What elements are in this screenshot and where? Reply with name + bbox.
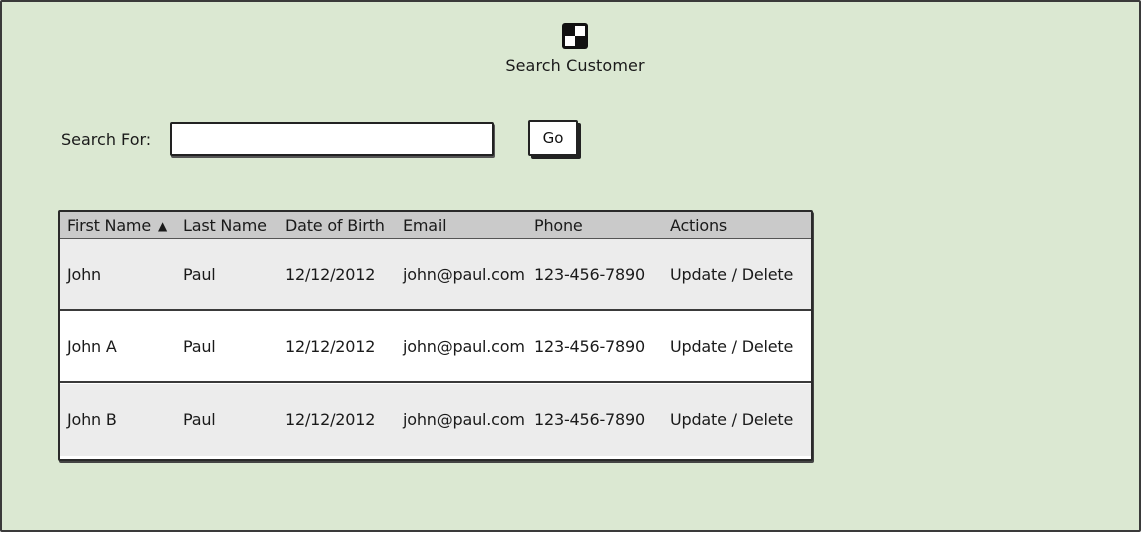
customer-table: First Name ▲ Last Name Date of Birth Emai… xyxy=(58,210,813,461)
first-name-cell: John A xyxy=(67,337,117,356)
sort-ascending-icon[interactable]: ▲ xyxy=(158,219,167,233)
action-separator: / xyxy=(731,410,737,429)
phone-cell: 123-456-7890 xyxy=(534,337,645,356)
actions-cell: Update / Delete xyxy=(670,337,793,356)
update-link[interactable]: Update xyxy=(670,337,727,356)
actions-cell: Update / Delete xyxy=(670,265,793,284)
app-window: Search Customer Search For: Go First Nam… xyxy=(0,0,1141,532)
date-of-birth-cell: 12/12/2012 xyxy=(285,265,376,284)
date-of-birth-cell: 12/12/2012 xyxy=(285,410,376,429)
update-link[interactable]: Update xyxy=(670,410,727,429)
table-row: John B Paul 12/12/2012 john@paul.com 123… xyxy=(60,384,811,456)
email-cell: john@paul.com xyxy=(403,265,525,284)
action-separator: / xyxy=(731,265,737,284)
go-button[interactable]: Go xyxy=(528,120,578,156)
first-name-cell: John xyxy=(67,265,101,284)
column-header-phone[interactable]: Phone xyxy=(534,216,583,235)
table-row: John Paul 12/12/2012 john@paul.com 123-4… xyxy=(60,239,811,311)
action-separator: / xyxy=(731,337,737,356)
column-header-date-of-birth[interactable]: Date of Birth xyxy=(285,216,385,235)
column-header-last-name[interactable]: Last Name xyxy=(183,216,267,235)
delete-link[interactable]: Delete xyxy=(742,337,794,356)
page-title: Search Customer xyxy=(505,56,645,75)
column-header-actions: Actions xyxy=(670,216,728,235)
phone-cell: 123-456-7890 xyxy=(534,410,645,429)
search-input[interactable] xyxy=(170,122,494,156)
first-name-cell: John B xyxy=(67,410,117,429)
last-name-cell: Paul xyxy=(183,337,216,356)
image-placeholder-icon xyxy=(562,23,588,49)
table-row: John A Paul 12/12/2012 john@paul.com 123… xyxy=(60,311,811,383)
delete-link[interactable]: Delete xyxy=(742,410,794,429)
actions-cell: Update / Delete xyxy=(670,410,793,429)
last-name-cell: Paul xyxy=(183,410,216,429)
email-cell: john@paul.com xyxy=(403,410,525,429)
delete-link[interactable]: Delete xyxy=(742,265,794,284)
table-header-row: First Name ▲ Last Name Date of Birth Emai… xyxy=(60,212,811,239)
email-cell: john@paul.com xyxy=(403,337,525,356)
search-label: Search For: xyxy=(61,130,152,149)
last-name-cell: Paul xyxy=(183,265,216,284)
phone-cell: 123-456-7890 xyxy=(534,265,645,284)
column-header-first-name[interactable]: First Name ▲ xyxy=(67,216,167,235)
column-header-email[interactable]: Email xyxy=(403,216,447,235)
date-of-birth-cell: 12/12/2012 xyxy=(285,337,376,356)
update-link[interactable]: Update xyxy=(670,265,727,284)
